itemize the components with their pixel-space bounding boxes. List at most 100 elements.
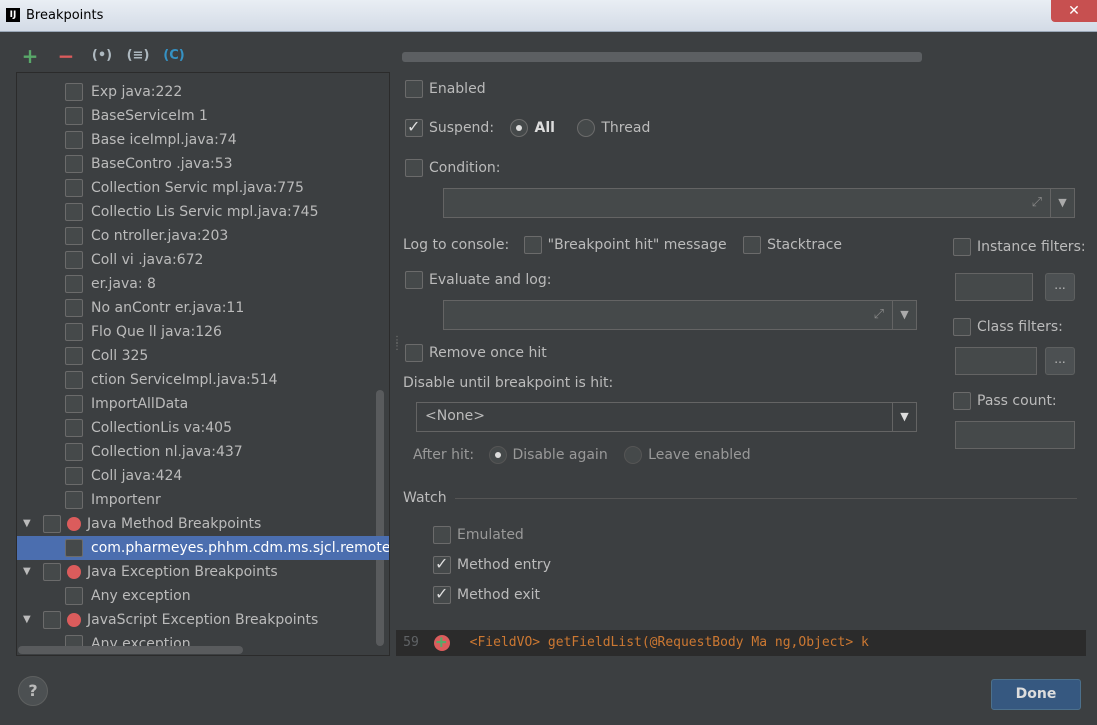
list-item[interactable]: Collection nl.java:437 [17,440,377,464]
chevron-down-icon[interactable]: ▼ [892,403,916,431]
list-item[interactable]: Importenr [17,488,377,512]
method-exit-option[interactable]: Method exit [433,584,540,604]
class-filters-checkbox[interactable] [953,318,971,336]
class-filters-option[interactable]: Class filters: [953,318,1063,336]
evaluate-log-input[interactable]: ⤢ ▼ [443,300,917,330]
class-filters-more-button[interactable]: ... [1045,347,1075,375]
bp-hit-message-checkbox[interactable] [523,236,542,254]
list-item[interactable]: Coll vi .java:672 [17,248,377,272]
breakpoint-checkbox[interactable] [65,491,83,509]
list-item[interactable]: No anContr er.java:11 [17,296,377,320]
breakpoint-checkbox[interactable] [65,443,83,461]
group-checkbox[interactable] [43,515,61,533]
list-item[interactable]: BaseContro .java:53 [17,152,377,176]
breakpoint-checkbox[interactable] [65,131,83,149]
tree-group-java-method[interactable]: ▼ Java Method Breakpoints [17,512,377,536]
add-breakpoint-button[interactable]: + [18,44,42,68]
suspend-checkbox[interactable] [405,117,423,137]
breakpoints-tree[interactable]: Exp java:222 BaseServiceIm 1 Base iceImp… [16,72,390,656]
help-button[interactable]: ? [18,676,48,706]
breakpoint-checkbox[interactable] [65,83,83,101]
breakpoint-checkbox[interactable] [65,371,83,389]
leave-enabled-radio[interactable] [624,446,643,464]
stacktrace-checkbox[interactable] [743,236,762,254]
pass-count-input[interactable] [955,421,1075,449]
method-entry-option[interactable]: Method entry [433,554,551,574]
breakpoint-checkbox[interactable] [65,227,83,245]
tree-vertical-scrollbar[interactable] [376,390,384,646]
selected-method-breakpoint[interactable]: com.pharmeyes.phhm.cdm.ms.sjcl.remote.Xt… [17,536,389,560]
class-filters-input[interactable] [955,347,1037,375]
condition-option[interactable]: Condition: [405,159,501,177]
breakpoint-checkbox[interactable] [65,395,83,413]
list-item[interactable]: Base iceImpl.java:74 [17,128,377,152]
breakpoint-checkbox[interactable] [65,467,83,485]
instance-filters-checkbox[interactable] [953,238,971,256]
expand-arrow-icon[interactable]: ▼ [23,608,31,632]
list-item[interactable]: Collectio Lis Servic mpl.java:745 [17,200,377,224]
group-checkbox[interactable] [43,611,61,629]
breakpoint-checkbox[interactable] [65,419,83,437]
close-button[interactable]: ✕ [1051,0,1097,22]
method-entry-checkbox[interactable] [433,554,451,574]
disable-again-radio[interactable] [488,446,507,464]
list-item[interactable]: Coll java:424 [17,464,377,488]
pass-count-option[interactable]: Pass count: [953,392,1057,410]
expand-arrow-icon[interactable]: ▼ [23,512,31,536]
tree-horizontal-scrollbar[interactable] [18,646,243,654]
list-item[interactable]: er.java: 8 [17,272,377,296]
enabled-checkbox[interactable] [405,80,423,98]
pass-count-checkbox[interactable] [953,392,971,410]
list-item[interactable]: BaseServiceIm 1 [17,104,377,128]
disable-until-select[interactable]: <None> ▼ [416,402,917,432]
tree-group-java-exception[interactable]: ▼ Java Exception Breakpoints [17,560,377,584]
list-item[interactable]: CollectionLis va:405 [17,416,377,440]
instance-filters-more-button[interactable]: ... [1045,273,1075,301]
breakpoint-checkbox[interactable] [65,203,83,221]
list-item[interactable]: Co ntroller.java:203 [17,224,377,248]
breakpoint-checkbox[interactable] [65,347,83,365]
emulated-option[interactable]: Emulated [433,526,524,544]
chevron-down-icon[interactable]: ▼ [892,301,916,329]
condition-input[interactable]: ⤢ ▼ [443,188,1075,218]
breakpoint-checkbox[interactable] [65,587,83,605]
evaluate-log-option[interactable]: Evaluate and log: [405,271,551,289]
condition-checkbox[interactable] [405,159,423,177]
method-exit-checkbox[interactable] [433,584,451,604]
suspend-all-radio[interactable] [510,119,529,137]
group-by-package-icon[interactable]: (•) [90,44,114,68]
breakpoint-checkbox[interactable] [65,323,83,341]
enabled-option[interactable]: Enabled [405,80,486,98]
remove-once-hit-option[interactable]: Remove once hit [405,344,547,362]
breakpoint-checkbox[interactable] [65,275,83,293]
breakpoint-checkbox[interactable] [65,299,83,317]
suspend-option[interactable]: Suspend: All Thread [405,117,650,137]
group-checkbox[interactable] [43,563,61,581]
breakpoint-checkbox[interactable] [65,251,83,269]
breakpoint-checkbox[interactable] [65,155,83,173]
group-by-file-icon[interactable]: (C) [162,44,186,68]
chevron-down-icon[interactable]: ▼ [1050,189,1074,217]
breakpoint-checkbox[interactable] [65,179,83,197]
list-item[interactable]: ction ServiceImpl.java:514 [17,368,377,392]
expand-icon[interactable]: ⤢ [874,307,884,322]
list-item[interactable]: Exp java:222 [17,80,377,104]
breakpoint-checkbox[interactable] [65,107,83,125]
expand-arrow-icon[interactable]: ▼ [23,560,31,584]
breakpoint-checkbox[interactable] [65,539,83,557]
list-item[interactable]: ImportAllData [17,392,377,416]
instance-filters-input[interactable] [955,273,1033,301]
remove-breakpoint-button[interactable]: − [54,44,78,68]
done-button[interactable]: Done [991,679,1081,710]
suspend-thread-radio[interactable] [577,119,596,137]
list-item[interactable]: Collection Servic mpl.java:775 [17,176,377,200]
list-item[interactable]: Coll 325 [17,344,377,368]
instance-filters-option[interactable]: Instance filters: [953,238,1086,256]
remove-once-hit-checkbox[interactable] [405,344,423,362]
evaluate-log-checkbox[interactable] [405,271,423,289]
group-by-class-icon[interactable]: (≡) [126,44,150,68]
emulated-checkbox[interactable] [433,526,451,544]
list-item[interactable]: Flo Que ll java:126 [17,320,377,344]
list-item[interactable]: Any exception [17,584,377,608]
expand-icon[interactable]: ⤢ [1032,195,1042,210]
